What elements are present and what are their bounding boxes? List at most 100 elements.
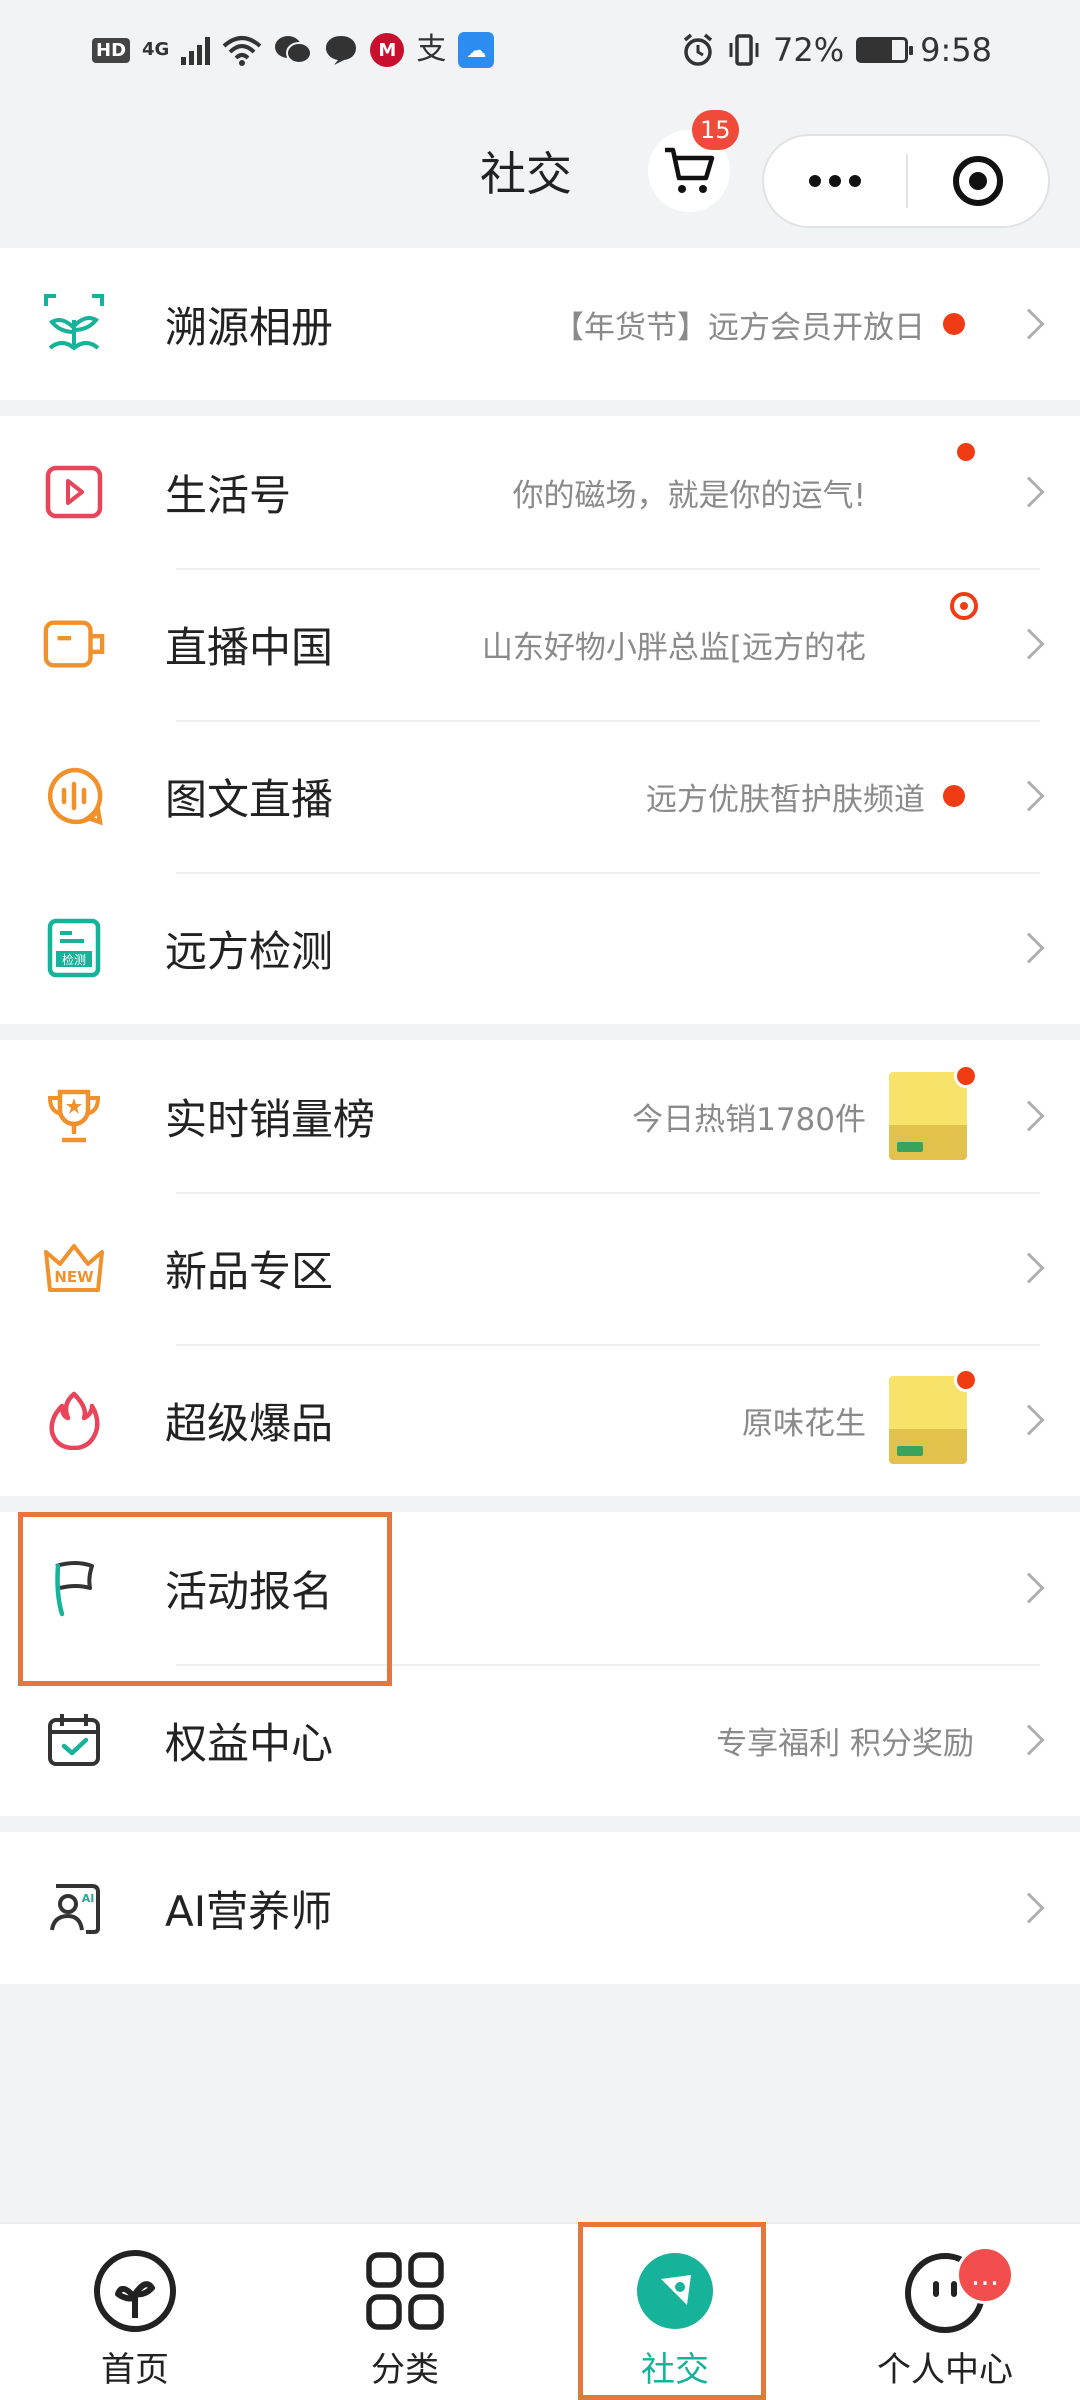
menu-item-inspection[interactable]: 检测 远方检测 [0,872,1080,1024]
tab-label: 分类 [371,2350,439,2390]
status-right: 72% 9:58 [681,31,992,69]
menu-item-subtitle: 远方优肤皙护肤频道 [646,774,965,819]
weather-icon: ☁ [458,32,495,68]
camera-icon [42,612,106,676]
menu-list: 溯源相册 【年货节】远方会员开放日 生活号 你的磁场，就是你的运气! 直播中国 [0,248,1080,2000]
ai-person-icon: AI [42,1876,106,1940]
target-icon [953,156,1003,206]
menu-item-label: AI营养师 [165,1886,333,1936]
tab-home[interactable]: 首页 [0,2224,270,2400]
unread-dot [954,1064,978,1088]
svg-text:AI: AI [82,1892,95,1905]
unread-dot [943,313,965,335]
battery-icon [856,37,914,63]
tab-label: 首页 [101,2350,169,2390]
chevron-right-icon [1013,1252,1045,1284]
chevron-right-icon [1013,308,1045,340]
notification-badge: ... [956,2246,1014,2304]
cart-badge: 15 [692,110,739,150]
avatar [884,440,978,536]
menu-item-benefits-center[interactable]: 权益中心 专享福利 积分奖励 [0,1664,1080,1816]
cart-icon [665,147,715,193]
signal-icon [181,35,211,65]
alipay-icon: 支 [416,32,447,67]
tab-profile[interactable]: ... 个人中心 [810,2224,1080,2400]
svg-text:检测: 检测 [62,952,86,967]
flame-icon [42,1388,106,1452]
sprout-icon [42,292,106,356]
chevron-right-icon [1013,1724,1045,1756]
chevron-right-icon [1013,932,1045,964]
unread-dot [954,1368,978,1392]
menu-item-label: 图文直播 [165,774,334,824]
menu-item-label: 权益中心 [165,1718,334,1768]
menu-group: 溯源相册 【年货节】远方会员开放日 [0,248,1080,400]
unread-dot [954,440,978,464]
unread-dot [943,785,965,807]
menu-item-new-products[interactable]: NEW 新品专区 [0,1192,1080,1344]
menu-group: 生活号 你的磁场，就是你的运气! 直播中国 山东好物小胖总监[远方的花 图文直播 [0,416,1080,1024]
product-thumbnail [884,1064,978,1160]
wifi-icon [223,36,262,66]
menu-item-label: 实时销量榜 [165,1094,376,1144]
svg-text:NEW: NEW [54,1268,94,1286]
battery-percent: 72% [773,31,845,69]
chat-wave-icon [42,764,106,828]
miniprogram-capsule [762,134,1050,228]
tab-category[interactable]: 分类 [270,2224,540,2400]
header: 社交 15 [0,110,1080,240]
menu-item-ai-nutritionist[interactable]: AI AI营养师 [0,1832,1080,1984]
alarm-icon [683,33,713,66]
trophy-icon [42,1084,106,1148]
menu-group: AI AI营养师 [0,1832,1080,1984]
menu-item-sales-ranking[interactable]: 实时销量榜 今日热销1780件 [0,1040,1080,1192]
chevron-right-icon [1013,628,1045,660]
play-icon [42,460,106,524]
menu-item-label: 溯源相册 [165,302,334,352]
menu-item-subtitle: 山东好物小胖总监[远方的花 [482,592,978,688]
more-button[interactable] [764,136,906,226]
menu-item-live-china[interactable]: 直播中国 山东好物小胖总监[远方的花 [0,568,1080,720]
menu-item-label: 新品专区 [165,1246,334,1296]
message-icon [326,36,357,65]
chevron-right-icon [1013,476,1045,508]
network-type: 4G [142,39,170,60]
tab-bar: 首页 分类 社交 ... 个人中心 [0,2222,1080,2400]
new-crown-icon: NEW [42,1236,106,1300]
status-left: HD 4G M 支 ☁ [92,32,495,68]
status-bar: HD 4G M 支 ☁ 72% 9:58 [0,0,1080,100]
highlight-box [578,2222,766,2400]
menu-item-subtitle: 你的磁场，就是你的运气! [513,440,978,536]
menu-item-subtitle: 【年货节】远方会员开放日 [553,302,965,347]
chevron-right-icon [1013,1572,1045,1604]
live-indicator-icon [950,592,978,620]
tab-label: 个人中心 [877,2350,1013,2390]
sprout-circle-icon [90,2246,180,2336]
wechat-icon [275,36,313,64]
hd-indicator: HD [92,37,131,63]
chevron-right-icon [1013,1404,1045,1436]
calendar-check-icon [42,1708,106,1772]
menu-item-trace-album[interactable]: 溯源相册 【年货节】远方会员开放日 [0,248,1080,400]
clock-time: 9:58 [920,31,992,69]
vibrate-icon [729,34,759,66]
menu-item-subtitle: 原味花生 [742,1368,978,1464]
menu-item-hot-products[interactable]: 超级爆品 原味花生 [0,1344,1080,1496]
chevron-right-icon [1013,1892,1045,1924]
menu-item-text-live[interactable]: 图文直播 远方优肤皙护肤频道 [0,720,1080,872]
live-thumbnail [884,592,978,688]
menu-item-label: 生活号 [165,470,292,520]
close-miniprogram-button[interactable] [908,136,1048,226]
menu-item-life-account[interactable]: 生活号 你的磁场，就是你的运气! [0,416,1080,568]
chevron-right-icon [1013,1100,1045,1132]
menu-item-label: 超级爆品 [165,1398,334,1448]
highlight-box [18,1512,392,1686]
menu-item-label: 直播中国 [165,622,334,672]
page-title: 社交 [480,147,572,201]
chevron-right-icon [1013,780,1045,812]
menu-item-subtitle: 今日热销1780件 [632,1064,978,1160]
menu-group: 实时销量榜 今日热销1780件 NEW 新品专区 超级爆品 原味花生 [0,1040,1080,1496]
product-thumbnail [884,1368,978,1464]
menu-item-label: 远方检测 [165,926,334,976]
grid-icon [360,2246,450,2336]
